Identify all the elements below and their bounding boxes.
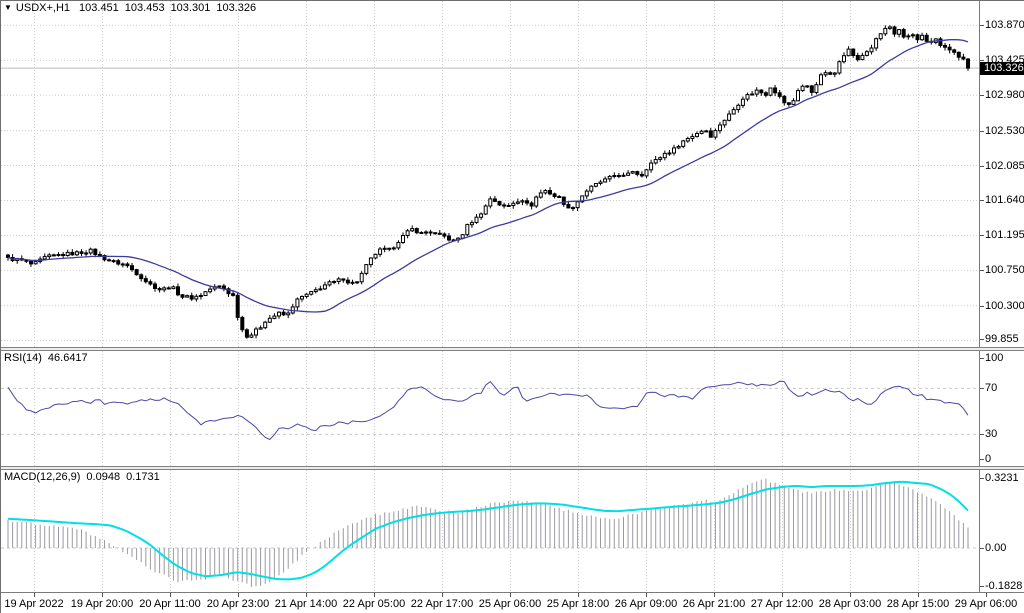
axis-tick-mark [980,306,984,307]
ohlc-open: 103.451 [79,2,119,14]
ma-line [8,40,968,312]
time-tick-label: 29 Apr 06:00 [955,598,1017,610]
price-chart-canvas[interactable] [1,1,979,347]
trading-chart-window: ▼ USDX+,H1 103.451 103.453 103.301 103.326 10… [0,0,1024,613]
ohlc-high: 103.453 [125,2,165,14]
time-tick-label: 19 Apr 2022 [4,598,63,610]
axis-tick-mark [980,548,984,549]
time-tick-mark [442,593,443,597]
axis-tick-mark [980,358,984,359]
time-tick-mark [102,593,103,597]
time-tick-label: 25 Apr 18:00 [547,598,609,610]
ohlc-low: 103.301 [171,2,211,14]
time-tick-mark [306,593,307,597]
current-price-tag: 103.326 [980,62,1024,75]
time-tick-mark [646,593,647,597]
macd-tick-label: 0.00 [985,542,1006,554]
price-tick-label: 100.750 [985,264,1024,276]
price-tick-label: 101.640 [985,194,1024,206]
price-tick-label: 102.530 [985,125,1024,137]
axis-tick-mark [980,200,984,201]
macd-main-value: 0.0948 [86,471,120,483]
ohlc-close: 103.326 [216,2,256,14]
axis-tick-mark [980,235,984,236]
time-tick-label: 20 Apr 23:00 [207,598,269,610]
rsi-indicator-label: RSI(14) [4,352,42,364]
axis-tick-mark [980,131,984,132]
time-axis[interactable]: 19 Apr 2022 19 Apr 20:00 20 Apr 11:00 20 Ap… [1,592,1024,613]
macd-axis[interactable]: 0.3231 0.00 -0.1828 [979,470,1024,592]
axis-tick-mark [980,95,984,96]
macd-histogram [8,479,968,587]
time-tick-mark [34,593,35,597]
rsi-indicator-value: 46.6417 [48,352,88,364]
macd-signal-value: 0.1731 [126,471,160,483]
rsi-axis[interactable]: 100 70 30 0 [979,351,1024,466]
time-tick-label: 28 Apr 03:00 [819,598,881,610]
price-tick-label: 102.980 [985,89,1024,101]
time-tick-mark [714,593,715,597]
time-tick-label: 27 Apr 12:00 [751,598,813,610]
axis-tick-mark [980,434,984,435]
time-tick-label: 20 Apr 11:00 [139,598,201,610]
macd-tick-label: 0.3231 [985,472,1019,484]
time-tick-mark [510,593,511,597]
time-tick-mark [918,593,919,597]
rsi-panel[interactable]: RSI(14) 46.6417 [1,351,979,466]
axis-tick-mark [980,388,984,389]
candlestick-series [7,25,970,339]
price-tick-label: 101.195 [985,229,1024,241]
time-tick-mark [850,593,851,597]
macd-indicator-label: MACD(12,26,9) [4,471,80,483]
time-tick-label: 22 Apr 17:00 [411,598,473,610]
rsi-tick-label: 100 [985,352,1003,364]
time-tick-label: 22 Apr 05:00 [343,598,405,610]
time-tick-mark [986,593,987,597]
time-tick-mark [782,593,783,597]
price-axis[interactable]: 103.870103.425102.980102.530102.085101.6… [979,1,1024,347]
price-tick-label: 99.855 [985,333,1019,345]
time-tick-mark [238,593,239,597]
macd-panel[interactable]: MACD(12,26,9) 0.0948 0.1731 [1,470,979,592]
axis-tick-mark [980,166,984,167]
axis-tick-mark [980,478,984,479]
time-tick-label: 19 Apr 20:00 [71,598,133,610]
macd-header: MACD(12,26,9) 0.0948 0.1731 [4,471,166,483]
axis-tick-mark [980,586,984,587]
rsi-chart-canvas[interactable] [1,351,979,466]
time-tick-label: 21 Apr 14:00 [275,598,337,610]
macd-tick-label: -0.1828 [985,580,1022,592]
rsi-tick-label: 0 [985,453,991,465]
price-tick-label: 103.870 [985,19,1024,31]
macd-signal-line [8,482,968,580]
axis-tick-mark [980,25,984,26]
collapse-arrow-icon[interactable]: ▼ [4,3,12,12]
axis-tick-mark [980,339,984,340]
price-panel[interactable]: ▼ USDX+,H1 103.451 103.453 103.301 103.326 [1,1,979,347]
time-tick-label: 25 Apr 06:00 [479,598,541,610]
time-tick-label: 26 Apr 21:00 [683,598,745,610]
rsi-tick-label: 30 [985,428,997,440]
time-tick-label: 26 Apr 09:00 [615,598,677,610]
time-tick-label: 28 Apr 15:00 [887,598,949,610]
time-tick-mark [578,593,579,597]
rsi-tick-label: 70 [985,382,997,394]
price-tick-label: 102.085 [985,160,1024,172]
macd-chart-canvas[interactable] [1,470,979,592]
axis-tick-mark [980,459,984,460]
axis-tick-mark [980,270,984,271]
chart-ohlc-header: ▼ USDX+,H1 103.451 103.453 103.301 103.326 [4,2,262,14]
symbol-label: USDX+,H1 [16,2,70,14]
rsi-header: RSI(14) 46.6417 [4,352,94,364]
time-tick-mark [170,593,171,597]
price-tick-label: 100.300 [985,300,1024,312]
time-tick-mark [374,593,375,597]
rsi-line [8,381,968,439]
